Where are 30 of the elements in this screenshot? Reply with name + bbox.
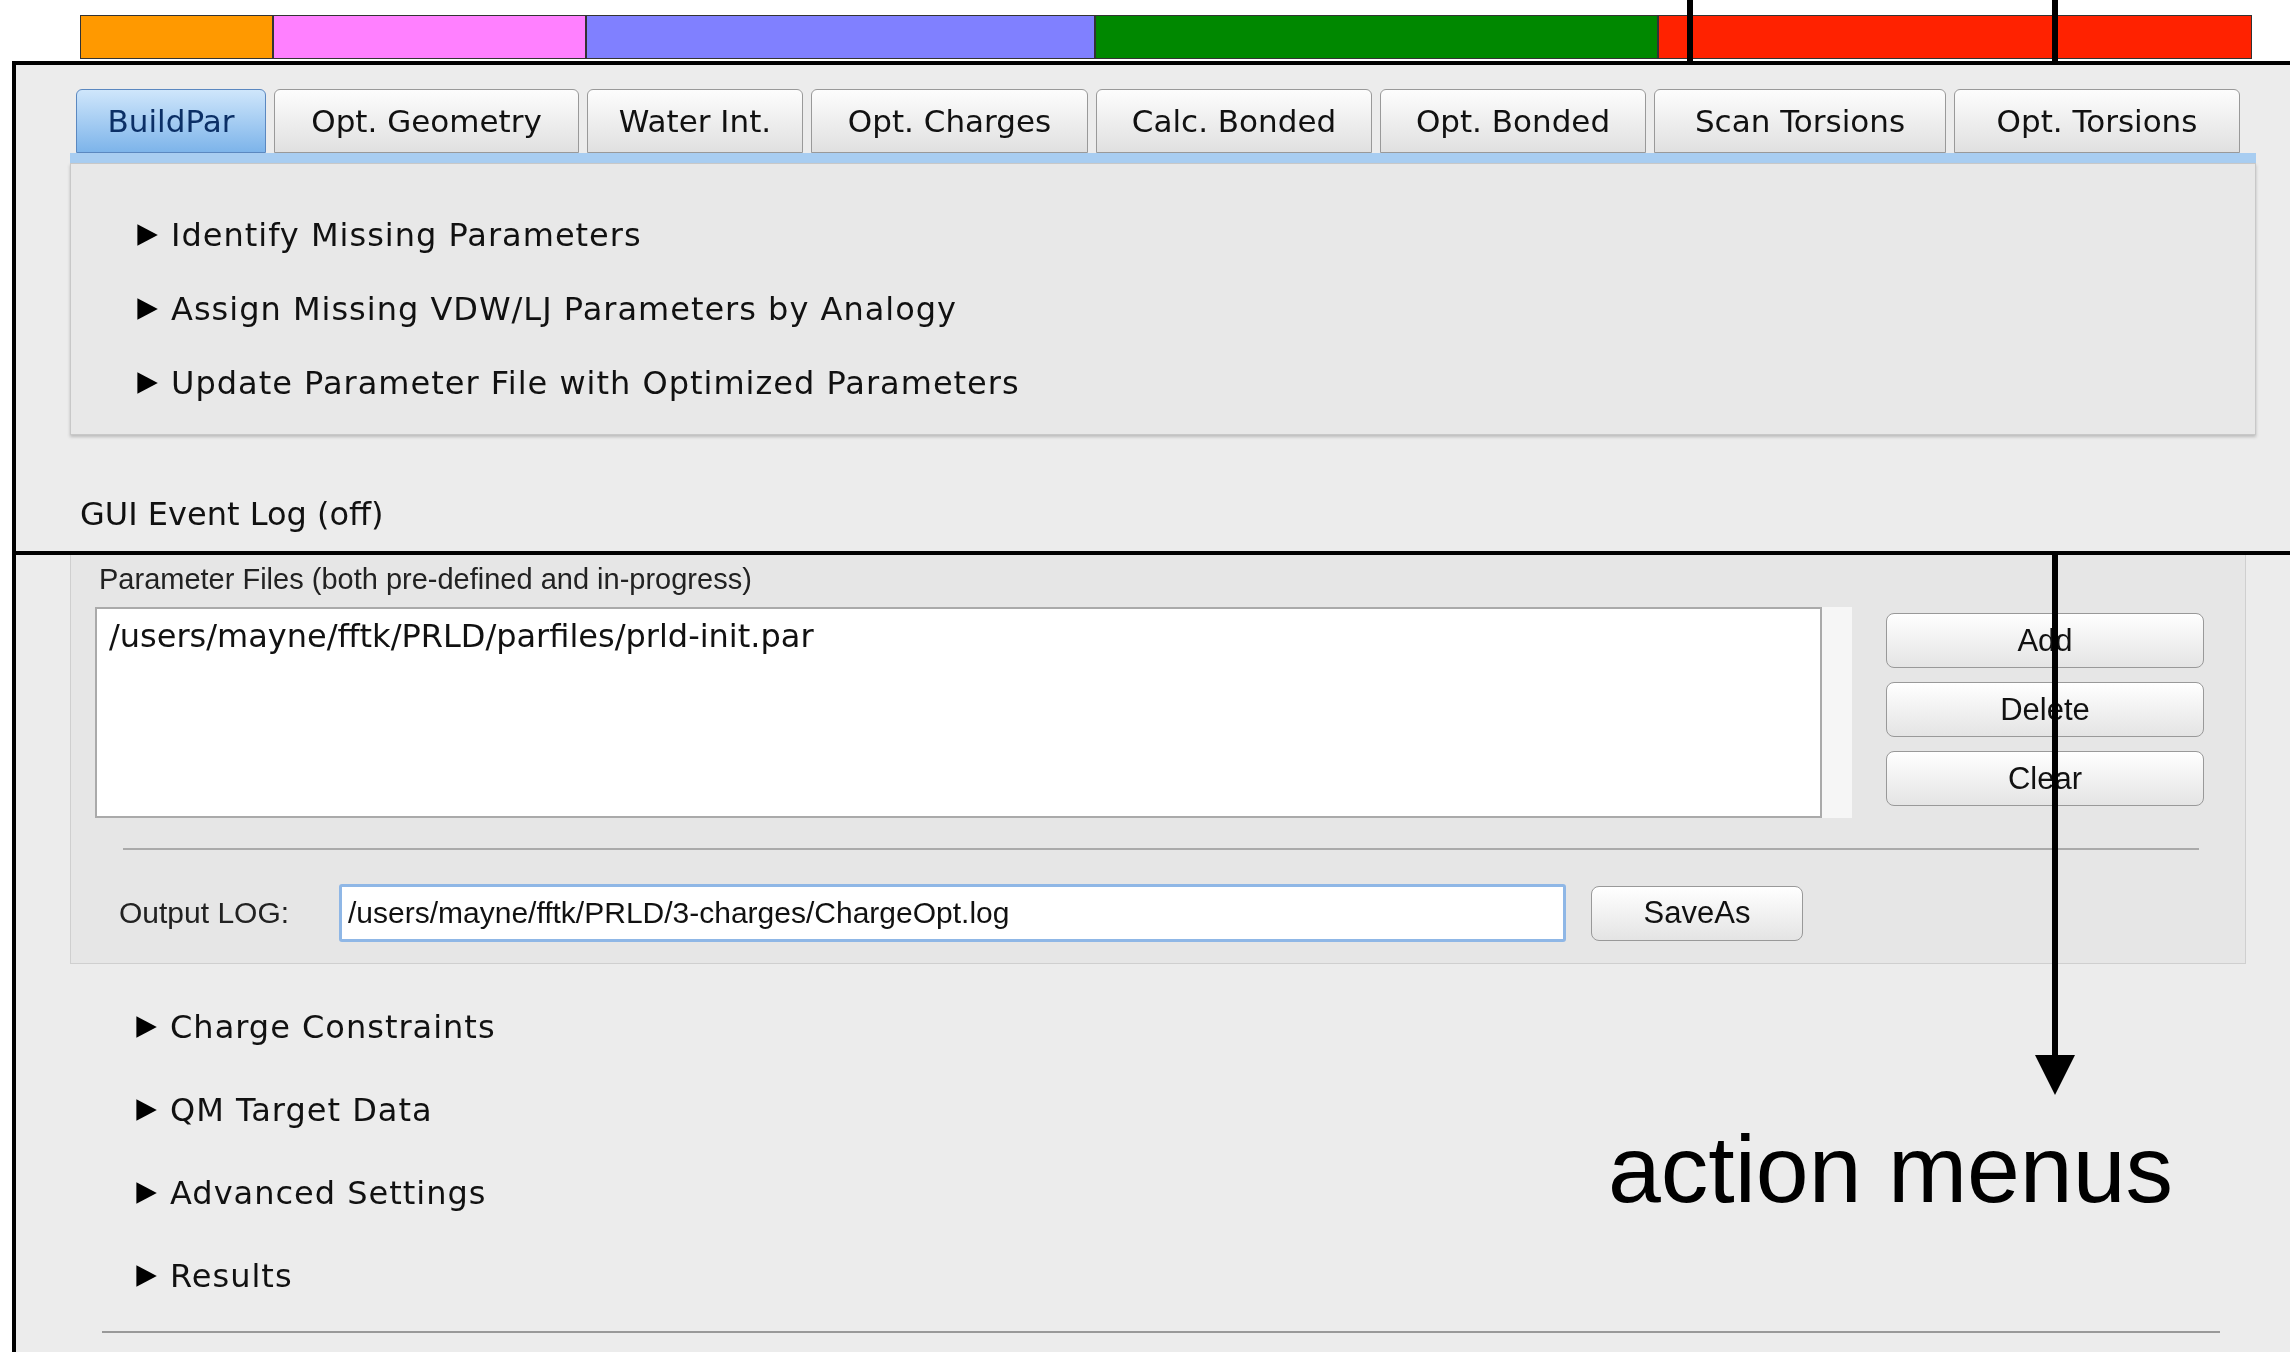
file-list[interactable]: /users/mayne/fftk/PRLD/parfiles/prld-init.par	[95, 607, 1822, 818]
output-log-label: Output LOG:	[119, 896, 291, 930]
section-header[interactable]: Advanced Settings	[170, 1174, 487, 1212]
file-list-item[interactable]: /users/mayne/fftk/PRLD/parfiles/prld-init.par	[109, 617, 1808, 655]
tab[interactable]: Opt. Bonded	[1380, 89, 1646, 153]
annotation-label: action menus	[1608, 1115, 2174, 1224]
save-as-button[interactable]: SaveAs	[1591, 885, 1803, 941]
event-log-label: GUI Event Log (off)	[80, 495, 385, 533]
tab[interactable]: Opt. Torsions	[1954, 89, 2240, 153]
section-header[interactable]: Update Parameter File with Optimized Parameters	[171, 364, 1020, 402]
disclosure-triangle-icon[interactable]	[134, 1098, 158, 1122]
disclosure-triangle-icon[interactable]	[134, 1181, 158, 1205]
tab[interactable]: Calc. Bonded	[1096, 89, 1372, 153]
section-header[interactable]: Charge Constraints	[170, 1008, 496, 1046]
disclosure-triangle-icon[interactable]	[134, 1264, 158, 1288]
section-header[interactable]: Results	[170, 1257, 293, 1295]
parameter-files-label: Parameter Files (both pre-defined and in-progress)	[99, 563, 753, 597]
disclosure-triangle-icon[interactable]	[135, 371, 159, 395]
disclosure-triangle-icon[interactable]	[135, 297, 159, 321]
output-log-field[interactable]: /users/mayne/fftk/PRLD/3-charges/ChargeOpt.log	[339, 884, 1566, 942]
section-header[interactable]: Assign Missing VDW/LJ Parameters by Analogy	[171, 290, 958, 328]
disclosure-triangle-icon[interactable]	[134, 1015, 158, 1039]
section-header[interactable]: QM Target Data	[170, 1091, 433, 1129]
tab[interactable]: Water Int.	[587, 89, 803, 153]
tab[interactable]: Scan Torsions	[1654, 89, 1946, 153]
section-header[interactable]: Identify Missing Parameters	[171, 216, 642, 254]
tab[interactable]: Opt. Charges	[811, 89, 1088, 153]
tab[interactable]: BuildPar	[76, 89, 266, 153]
tab[interactable]: Opt. Geometry	[274, 89, 579, 153]
disclosure-triangle-icon[interactable]	[135, 223, 159, 247]
